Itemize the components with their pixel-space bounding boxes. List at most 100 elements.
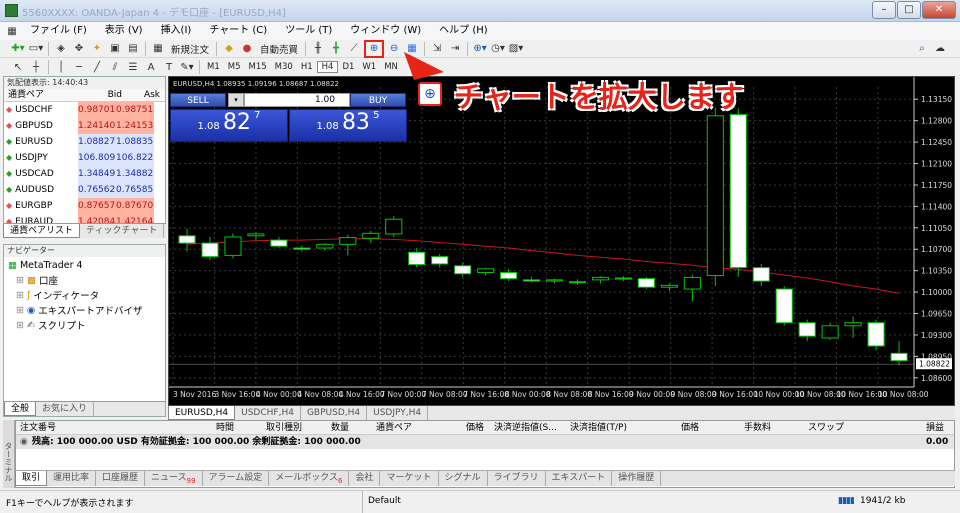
quote-row[interactable]: ◆ USDCAD 1.34849 1.34882 xyxy=(4,165,165,182)
sell-price[interactable]: 1.08 82 7 xyxy=(170,109,288,142)
bar-chart-icon[interactable]: ╫ xyxy=(310,41,326,57)
chart-tab-usdchf[interactable]: USDCHF,H4 xyxy=(235,406,301,420)
arrows-icon[interactable]: ✎▾ xyxy=(179,59,195,75)
col-time[interactable]: 時間 xyxy=(216,421,234,435)
quote-row[interactable]: ◆ USDCHF 0.98701 0.98751 xyxy=(4,101,165,118)
chart-tab-usdjpy[interactable]: USDJPY,H4 xyxy=(367,406,429,420)
tab-tick-chart[interactable]: ティックチャート xyxy=(80,224,165,238)
lot-input[interactable]: 1.00 xyxy=(244,93,350,107)
balance-row[interactable]: ◉ 残高: 100 000.00 USD 有効証拠金: 100 000.00 余… xyxy=(16,435,954,449)
expand-icon[interactable]: ⊞ xyxy=(16,305,24,316)
tf-m1[interactable]: M1 xyxy=(203,62,224,72)
menu-chart[interactable]: チャート (C) xyxy=(200,22,276,40)
quote-row[interactable]: ◆ GBPUSD 1.24140 1.24153 xyxy=(4,117,165,134)
tf-m30[interactable]: M30 xyxy=(271,62,297,72)
tf-mn[interactable]: MN xyxy=(380,62,402,72)
auto-trade-icon[interactable]: ● xyxy=(239,41,255,57)
menu-window[interactable]: ウィンドウ (W) xyxy=(341,22,430,40)
col-symbol[interactable]: 通貨ペア xyxy=(4,89,84,102)
expand-icon[interactable]: ⊞ xyxy=(16,320,24,331)
new-chart-icon[interactable]: ✚▾ xyxy=(10,41,26,57)
tab-experts[interactable]: エキスパート xyxy=(546,471,613,486)
nav-indicators[interactable]: ⊞ ƒ インディケータ xyxy=(4,288,165,303)
label-icon[interactable]: T xyxy=(161,59,177,75)
market-watch-icon[interactable]: ◈ xyxy=(53,41,69,57)
col-bid[interactable]: Bid xyxy=(84,89,122,102)
col-tp[interactable]: 決済指値(T/P) xyxy=(570,421,627,435)
tab-market[interactable]: マーケット xyxy=(380,471,439,486)
zoom-in-icon[interactable]: ⊕ xyxy=(364,39,385,58)
col-swap[interactable]: スワップ xyxy=(808,421,844,435)
col-order[interactable]: 注文番号 xyxy=(20,421,56,435)
line-chart-icon[interactable]: ⟋ xyxy=(346,41,362,57)
expand-icon[interactable]: ⊞ xyxy=(16,275,24,286)
col-type[interactable]: 取引種別 xyxy=(266,421,302,435)
tab-symbols[interactable]: 通貨ペアリスト xyxy=(3,224,81,238)
terminal-icon[interactable]: ▣ xyxy=(107,41,123,57)
tf-h1[interactable]: H1 xyxy=(297,62,317,72)
tab-trade[interactable]: 取引 xyxy=(15,471,48,486)
tf-d1[interactable]: D1 xyxy=(338,62,358,72)
quote-row[interactable]: ◆ AUDUSD 0.76562 0.76585 xyxy=(4,181,165,198)
col-price[interactable]: 価格 xyxy=(466,421,484,435)
tf-m5[interactable]: M5 xyxy=(224,62,245,72)
nav-experts[interactable]: ⊞ ◉ エキスパートアドバイザ xyxy=(4,303,165,318)
tab-journal[interactable]: 操作履歴 xyxy=(612,471,662,486)
menu-view[interactable]: 表示 (V) xyxy=(96,22,152,40)
tab-news[interactable]: ニュース99 xyxy=(145,471,203,486)
meta-editor-icon[interactable]: ◆ xyxy=(221,41,237,57)
tf-h4[interactable]: H4 xyxy=(316,61,339,73)
channel-icon[interactable]: ⫽ xyxy=(107,59,123,75)
quote-row[interactable]: ◆ EURGBP 0.87657 0.87670 xyxy=(4,197,165,214)
doc-icon[interactable]: ▦ xyxy=(4,23,20,39)
vertical-line-icon[interactable]: │ xyxy=(53,59,69,75)
tab-company[interactable]: 会社 xyxy=(349,471,381,486)
buy-price[interactable]: 1.08 83 5 xyxy=(289,109,407,142)
tab-alerts[interactable]: アラーム設定 xyxy=(203,471,270,486)
trend-line-icon[interactable]: ╱ xyxy=(89,59,105,75)
auto-trade-button[interactable]: 自動売買 xyxy=(256,42,302,56)
new-order-button[interactable]: 新規注文 xyxy=(167,42,213,56)
nav-scripts[interactable]: ⊞ ✍ スクリプト xyxy=(4,318,165,333)
tab-signals[interactable]: シグナル xyxy=(439,471,488,486)
col-symbol[interactable]: 通貨ペア xyxy=(376,421,412,435)
menu-insert[interactable]: 挿入(I) xyxy=(152,22,201,40)
minimize-button[interactable]: – xyxy=(872,1,896,19)
col-ask[interactable]: Ask xyxy=(122,89,160,102)
tab-favorites[interactable]: お気に入り xyxy=(36,402,95,416)
col-price2[interactable]: 価格 xyxy=(681,421,699,435)
sell-button[interactable]: SELL xyxy=(170,93,226,107)
zoom-out-icon[interactable]: ⊖ xyxy=(386,41,402,57)
tab-exposure[interactable]: 運用比率 xyxy=(47,471,97,486)
tab-common[interactable]: 全般 xyxy=(4,402,37,416)
col-volume[interactable]: 数量 xyxy=(331,421,349,435)
chart-tab-eurusd[interactable]: EURUSD,H4 xyxy=(168,406,236,420)
chat-icon[interactable]: ☁ xyxy=(932,41,948,57)
buy-button[interactable]: BUY xyxy=(350,93,406,107)
profiles-icon[interactable]: ▭▾ xyxy=(28,41,44,57)
profile-name[interactable]: Default xyxy=(368,496,401,506)
quote-row[interactable]: ◆ USDJPY 106.809 106.822 xyxy=(4,149,165,166)
tab-library[interactable]: ライブラリ xyxy=(488,471,546,486)
fibonacci-icon[interactable]: ☰ xyxy=(125,59,141,75)
tf-m15[interactable]: M15 xyxy=(245,62,271,72)
menu-help[interactable]: ヘルプ (H) xyxy=(430,22,497,40)
menu-tools[interactable]: ツール (T) xyxy=(276,22,341,40)
chart-tab-gbpusd[interactable]: GBPUSD,H4 xyxy=(301,406,368,420)
data-window-icon[interactable]: ✥ xyxy=(71,41,87,57)
maximize-button[interactable]: □ xyxy=(897,1,921,19)
menu-file[interactable]: ファイル (F) xyxy=(21,22,96,40)
tester-icon[interactable]: ▤ xyxy=(125,41,141,57)
col-profit[interactable]: 損益 xyxy=(926,421,944,435)
navigator-icon[interactable]: ✦ xyxy=(89,41,105,57)
text-icon[interactable]: A xyxy=(143,59,159,75)
crosshair-icon[interactable]: ┼ xyxy=(28,59,44,75)
quote-row[interactable]: ◆ EURUSD 1.08827 1.08835 xyxy=(4,133,165,150)
cursor-icon[interactable]: ↖ xyxy=(10,59,26,75)
candlestick-icon[interactable]: ╋ xyxy=(328,41,344,57)
new-order-icon[interactable]: ▦ xyxy=(150,41,166,57)
tab-mailbox[interactable]: メールボックス6 xyxy=(269,471,350,486)
tab-history[interactable]: 口座履歴 xyxy=(96,471,146,486)
col-sl[interactable]: 決済逆指値(S... xyxy=(494,421,557,435)
search-icon[interactable]: ⌕ xyxy=(914,41,930,57)
